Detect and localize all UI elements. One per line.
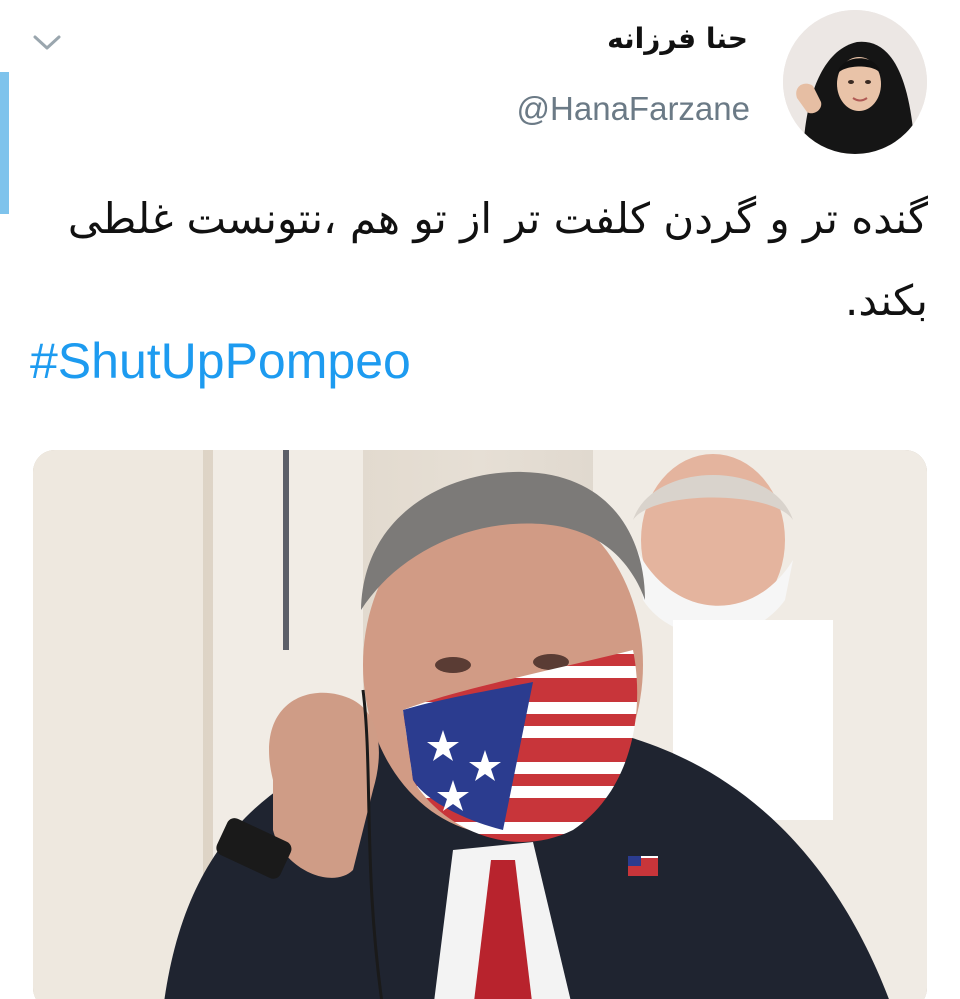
tweet-media-photo[interactable]: [33, 450, 927, 999]
author-handle[interactable]: @HanaFarzane: [517, 90, 750, 128]
chevron-down-icon[interactable]: [30, 28, 64, 56]
thread-indicator-bar: [0, 72, 9, 214]
author-display-name[interactable]: حنا فرزانه: [607, 22, 748, 55]
tweet-text: گنده تر و گردن کلفت تر از تو هم ،نتونست …: [67, 194, 928, 325]
avatar[interactable]: [783, 10, 927, 154]
tweet-card: حنا فرزانه @HanaFarzane گنده تر و گردن ک…: [0, 0, 960, 999]
hashtag-link[interactable]: #ShutUpPompeo: [30, 332, 411, 390]
